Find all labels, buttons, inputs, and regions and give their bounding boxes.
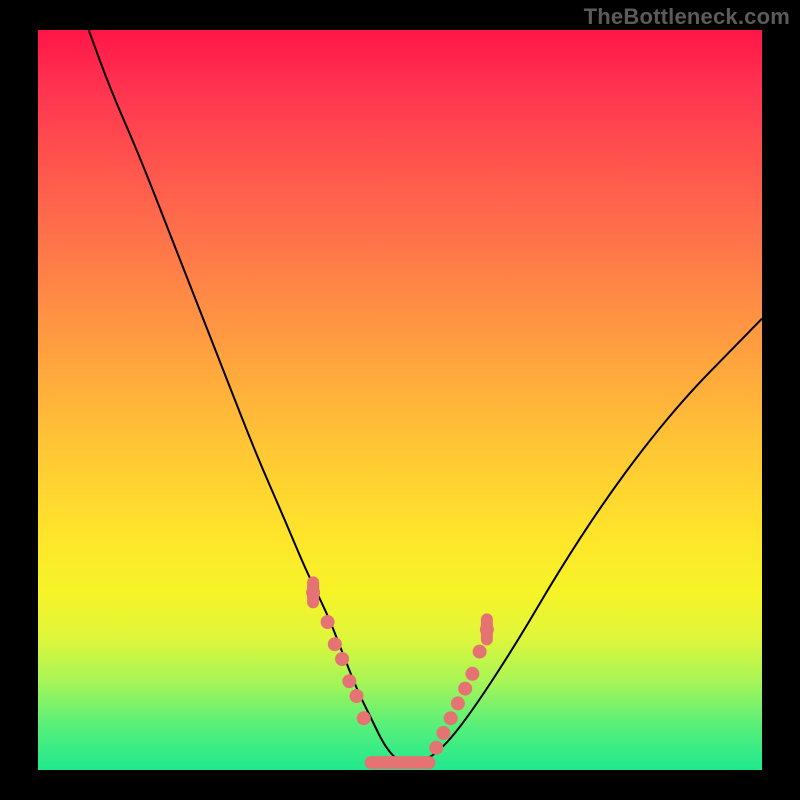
chart-frame: TheBottleneck.com <box>0 0 800 800</box>
curve-marker-dot <box>336 653 349 666</box>
curve-marker-dot <box>466 667 479 680</box>
curve-marker-dot <box>451 697 464 710</box>
curve-marker-dot <box>343 675 356 688</box>
curve-marker-dot <box>307 586 320 599</box>
bottleneck-curve <box>89 30 762 763</box>
curve-marker-dot <box>350 690 363 703</box>
chart-overlay <box>38 30 762 770</box>
curve-markers <box>307 582 494 762</box>
curve-marker-dot <box>437 727 450 740</box>
curve-marker-dot <box>430 741 443 754</box>
curve-marker-dot <box>321 616 334 629</box>
attribution-label: TheBottleneck.com <box>584 4 790 30</box>
curve-marker-dot <box>444 712 457 725</box>
curve-marker-dot <box>328 638 341 651</box>
curve-marker-dot <box>473 645 486 658</box>
curve-marker-dot <box>357 712 370 725</box>
curve-marker-dot <box>459 682 472 695</box>
